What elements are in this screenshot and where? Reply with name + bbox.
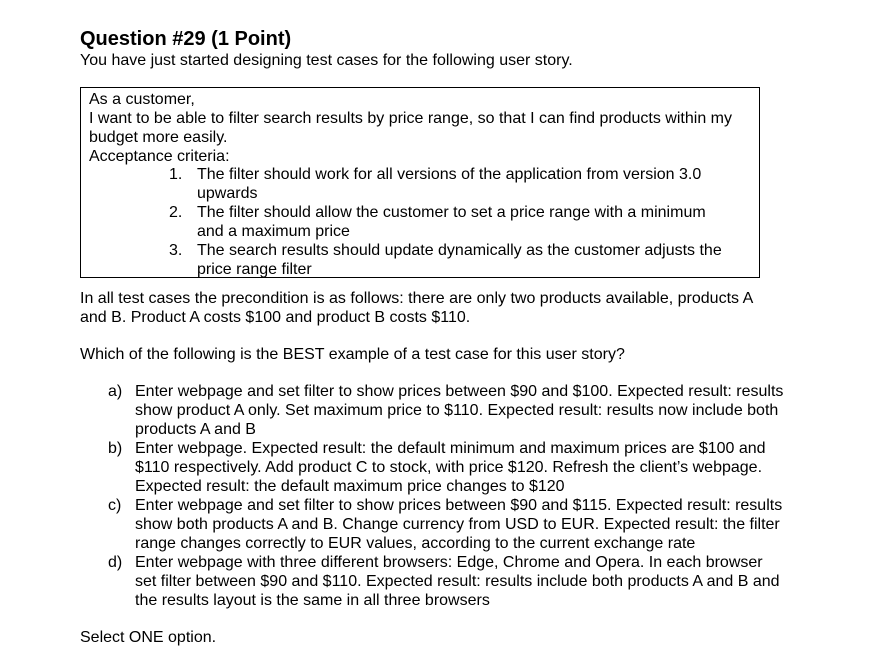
option-c-text: Enter webpage and set filter to show pri… (135, 497, 783, 514)
option-c-text: range changes correctly to EUR values, a… (135, 535, 696, 552)
option-d-text: set filter between $90 and $110. Expecte… (135, 573, 780, 590)
option-a-text: products A and B (135, 421, 256, 438)
criterion-text: upwards (197, 185, 258, 202)
option-b-letter: b) (108, 440, 123, 457)
criterion-text: The search results should update dynamic… (197, 242, 722, 259)
precondition-text: and B. Product A costs $100 and product … (80, 309, 471, 326)
option-d-text: the results layout is the same in all th… (135, 592, 490, 609)
criterion-text: price range filter (197, 261, 312, 278)
question-title: Question #29 (1 Point) (80, 28, 292, 50)
user-story-line: As a customer, (89, 91, 195, 108)
option-a-text: Enter webpage and set filter to show pri… (135, 383, 784, 400)
option-a-text: show product A only. Set maximum price t… (135, 402, 779, 419)
user-story-line: I want to be able to filter search resul… (89, 110, 732, 127)
option-c-text: show both products A and B. Change curre… (135, 516, 780, 533)
criterion-number: 3. (169, 242, 183, 259)
user-story-line: budget more easily. (89, 129, 228, 146)
criterion-number: 2. (169, 204, 183, 221)
option-c-letter: c) (108, 497, 122, 514)
option-d-text: Enter webpage with three different brows… (135, 554, 763, 571)
criterion-number: 1. (169, 166, 183, 183)
question-intro: You have just started designing test cas… (80, 52, 573, 69)
option-a-letter: a) (108, 383, 123, 400)
option-b-text: $110 respectively. Add product C to stoc… (135, 459, 763, 476)
criterion-text: The filter should work for all versions … (197, 166, 702, 183)
acceptance-criteria-heading: Acceptance criteria: (89, 148, 230, 165)
question-prompt: Which of the following is the BEST examp… (80, 346, 625, 363)
option-d-letter: d) (108, 554, 123, 571)
select-instruction: Select ONE option. (80, 629, 217, 646)
option-b-text: Expected result: the default maximum pri… (135, 478, 565, 495)
option-b-text: Enter webpage. Expected result: the defa… (135, 440, 766, 457)
precondition-text: In all test cases the precondition is as… (80, 290, 754, 307)
criterion-text: and a maximum price (197, 223, 350, 240)
question-page: Question #29 (1 Point) You have just sta… (0, 0, 879, 661)
criterion-text: The filter should allow the customer to … (197, 204, 706, 221)
